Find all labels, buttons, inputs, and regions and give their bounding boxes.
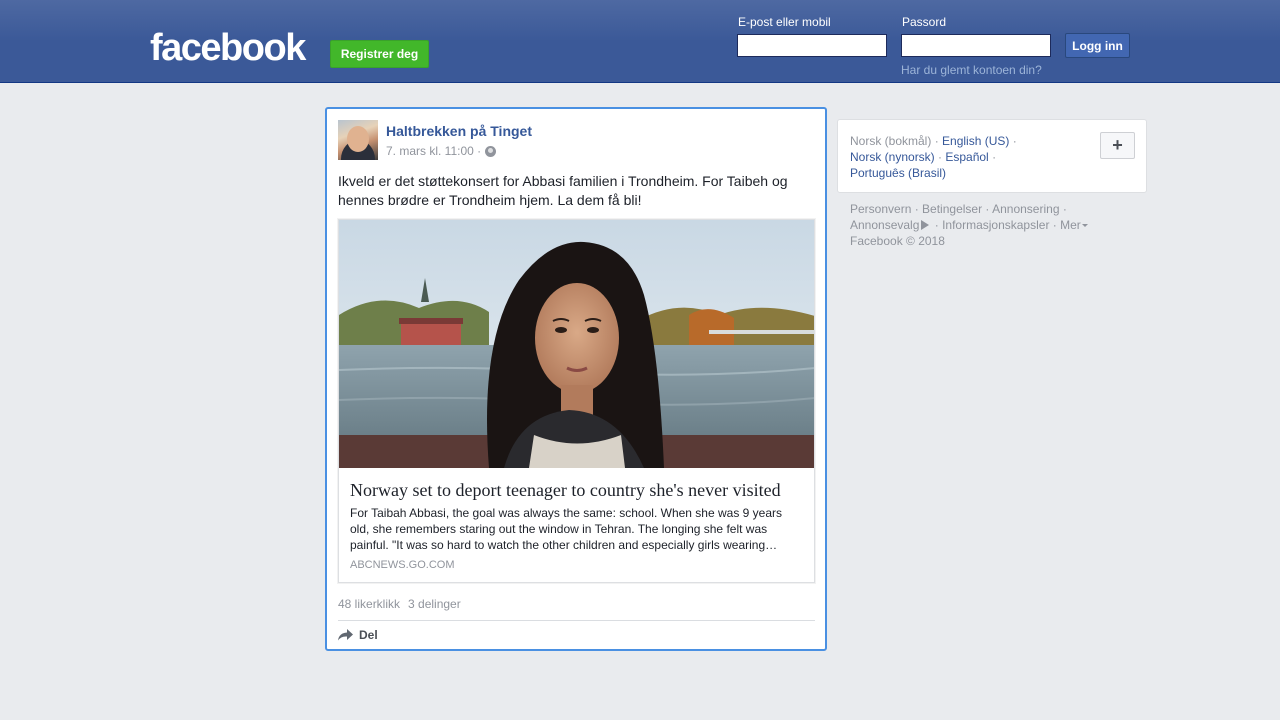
- footer-links: Personvern · Betingelser · Annonsering ·…: [850, 201, 1140, 249]
- register-button[interactable]: Registrer deg: [330, 40, 429, 68]
- author-avatar[interactable]: [338, 120, 378, 160]
- share-button[interactable]: Del: [338, 628, 378, 642]
- password-input[interactable]: [901, 34, 1051, 57]
- post-timestamp[interactable]: 7. mars kl. 11:00 ·: [386, 144, 481, 158]
- top-bar: facebook Registrer deg E-post eller mobi…: [0, 0, 1280, 83]
- adchoices-label: Annonsevalg: [850, 218, 920, 232]
- copyright: Facebook © 2018: [850, 234, 945, 248]
- email-label: E-post eller mobil: [738, 15, 831, 29]
- divider: [338, 620, 815, 621]
- more-label: Mer: [1060, 218, 1081, 232]
- forgot-account-link[interactable]: Har du glemt kontoen din?: [901, 63, 1042, 77]
- share-arrow-icon: [338, 629, 353, 641]
- footer-link-more[interactable]: Mer: [1060, 218, 1088, 232]
- share-count[interactable]: 3 delinger: [408, 597, 461, 611]
- post-meta: 7. mars kl. 11:00 ·: [386, 144, 497, 158]
- facebook-logo[interactable]: facebook: [150, 26, 306, 70]
- link-domain: ABCNEWS.GO.COM: [350, 559, 455, 571]
- link-title[interactable]: Norway set to deport teenager to country…: [350, 479, 804, 501]
- footer-link-cookies[interactable]: Informasjonskapsler: [942, 218, 1049, 232]
- like-count[interactable]: 48 likerklikk: [338, 597, 400, 611]
- language-option-english[interactable]: English (US): [942, 134, 1009, 148]
- email-input[interactable]: [737, 34, 887, 57]
- footer-link-adchoices[interactable]: Annonsevalg: [850, 218, 931, 232]
- post-author-link[interactable]: Haltbrekken på Tinget: [386, 123, 532, 139]
- language-option-espanol[interactable]: Español: [945, 150, 988, 164]
- language-option-portugues[interactable]: Português (Brasil): [850, 166, 946, 180]
- footer-link-advertising[interactable]: Annonsering: [992, 202, 1059, 216]
- globe-icon: [485, 145, 497, 157]
- current-language: Norsk (bokmål): [850, 134, 932, 148]
- more-languages-button[interactable]: +: [1100, 132, 1135, 159]
- password-label: Passord: [902, 15, 947, 29]
- link-preview[interactable]: Norway set to deport teenager to country…: [338, 219, 815, 583]
- login-button[interactable]: Logg inn: [1065, 33, 1130, 58]
- share-label: Del: [359, 628, 378, 642]
- language-option-nynorsk[interactable]: Norsk (nynorsk): [850, 150, 935, 164]
- language-list: Norsk (bokmål) · English (US) · Norsk (n…: [850, 134, 1017, 180]
- post-text: Ikveld er det støttekonsert for Abbasi f…: [338, 173, 788, 208]
- footer-link-terms[interactable]: Betingelser: [922, 202, 982, 216]
- language-selector-box: Norsk (bokmål) · English (US) · Norsk (n…: [837, 119, 1147, 193]
- footer-link-privacy[interactable]: Personvern: [850, 202, 911, 216]
- link-preview-image[interactable]: [339, 220, 814, 468]
- adchoices-icon: [921, 220, 930, 230]
- link-description: For Taibah Abbasi, the goal was always t…: [350, 506, 783, 552]
- caret-down-icon: [1081, 224, 1088, 227]
- link-preview-body[interactable]: Norway set to deport teenager to country…: [339, 468, 814, 582]
- post-card: Haltbrekken på Tinget 7. mars kl. 11:00 …: [325, 107, 827, 651]
- post-stats: 48 likerklikk 3 delinger: [338, 597, 461, 611]
